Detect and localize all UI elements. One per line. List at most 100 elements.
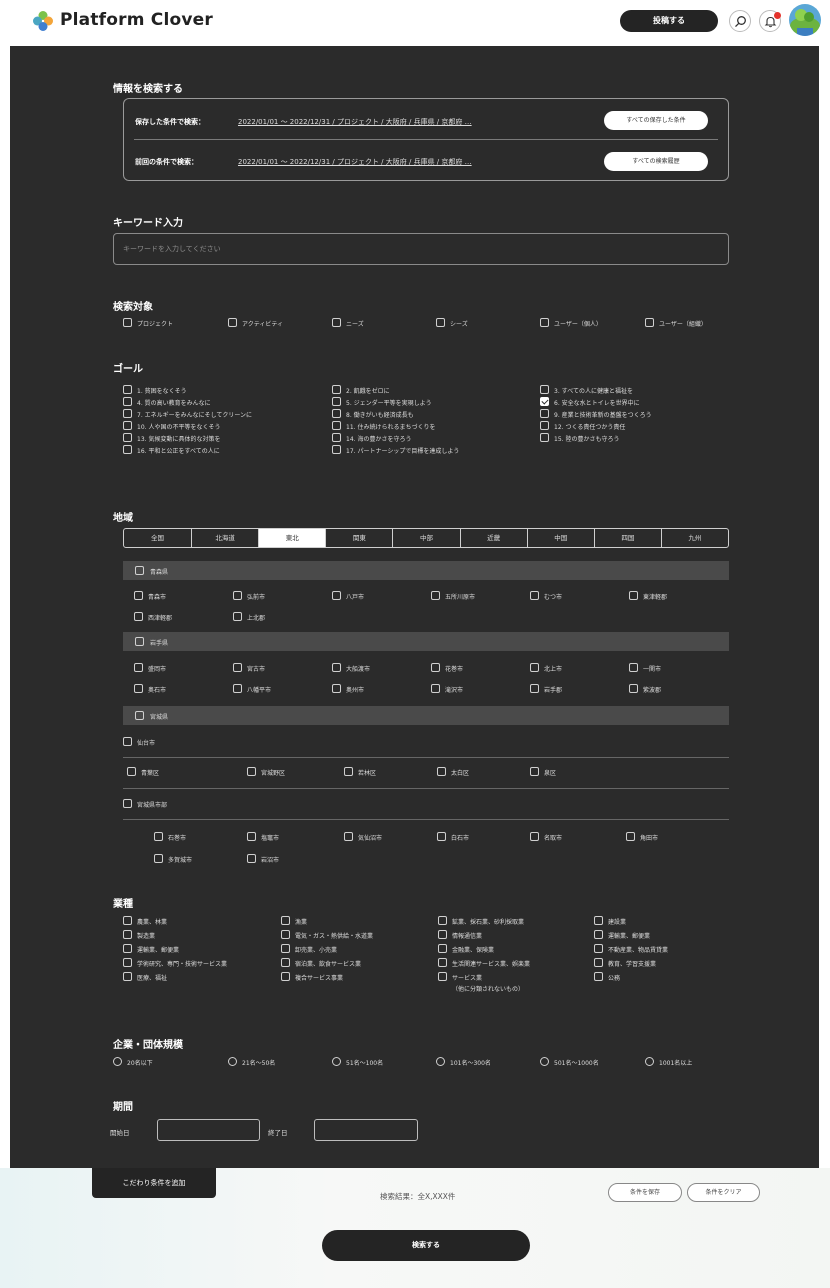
checkbox[interactable] [332,421,341,430]
checkbox[interactable] [135,637,144,646]
avatar[interactable] [789,4,821,36]
checkbox[interactable] [233,612,242,621]
end-date-input[interactable] [314,1119,418,1141]
checkbox[interactable] [123,421,132,430]
checkbox[interactable] [154,832,163,841]
checkbox[interactable] [594,930,603,939]
start-date-input[interactable] [157,1119,260,1141]
checkbox[interactable] [344,767,353,776]
checkbox[interactable] [540,409,549,418]
checkbox[interactable] [154,854,163,863]
post-button[interactable]: 投稿する [620,10,718,32]
checkbox[interactable] [530,591,539,600]
save-condition-button[interactable]: 条件を保存 [608,1183,682,1202]
region-tab[interactable]: 近畿 [459,529,527,547]
saved-condition-link[interactable]: 2022/01/01 ～ 2022/12/31 / プロジェクト / 大阪府 /… [238,117,472,127]
add-condition-button[interactable]: こだわり条件を追加 [92,1168,216,1198]
checkbox[interactable] [629,591,638,600]
checkbox[interactable] [233,591,242,600]
checkbox[interactable] [123,397,132,406]
search-icon[interactable] [729,10,751,32]
checkbox[interactable] [281,958,290,967]
checkbox[interactable] [123,445,132,454]
checkbox[interactable] [247,767,256,776]
checkbox[interactable] [594,958,603,967]
checkbox[interactable] [594,972,603,981]
checkbox[interactable] [540,433,549,442]
checkbox[interactable] [233,684,242,693]
checkbox[interactable] [135,566,144,575]
checkbox[interactable] [135,711,144,720]
radio-button[interactable] [436,1057,445,1066]
previous-condition-link[interactable]: 2022/01/01 ～ 2022/12/31 / プロジェクト / 大阪府 /… [238,157,472,167]
checkbox[interactable] [438,958,447,967]
search-history-button[interactable]: すべての検索履歴 [604,152,708,171]
checkbox[interactable] [247,854,256,863]
checkbox[interactable] [281,972,290,981]
checkbox[interactable] [629,684,638,693]
region-tab[interactable]: 北海道 [191,529,258,547]
checkbox[interactable] [431,591,440,600]
checkbox[interactable] [332,445,341,454]
checkbox[interactable] [438,930,447,939]
radio-button[interactable] [540,1057,549,1066]
checkbox[interactable] [123,958,132,967]
checkbox[interactable] [645,318,654,327]
checkbox[interactable] [540,421,549,430]
keyword-input[interactable] [113,233,729,265]
checkbox[interactable] [332,318,341,327]
checkbox[interactable] [332,663,341,672]
checkbox[interactable] [332,433,341,442]
checkbox[interactable] [540,385,549,394]
checkbox[interactable] [134,612,143,621]
checkbox[interactable] [281,944,290,953]
checkbox[interactable] [437,767,446,776]
bell-icon[interactable] [759,10,781,32]
checkbox[interactable] [123,799,132,808]
radio-button[interactable] [332,1057,341,1066]
checkbox[interactable] [281,916,290,925]
checkbox[interactable] [332,397,341,406]
checkbox[interactable] [530,832,539,841]
checkbox[interactable] [437,832,446,841]
radio-button[interactable] [113,1057,122,1066]
checkbox[interactable] [134,591,143,600]
checkbox[interactable] [134,663,143,672]
checkbox[interactable] [344,832,353,841]
checkbox[interactable] [540,397,549,406]
checkbox[interactable] [123,737,132,746]
checkbox[interactable] [530,767,539,776]
all-saved-conditions-button[interactable]: すべての保存した条件 [604,111,708,130]
checkbox[interactable] [281,930,290,939]
checkbox[interactable] [438,916,447,925]
checkbox[interactable] [123,944,132,953]
checkbox[interactable] [332,591,341,600]
checkbox[interactable] [127,767,136,776]
checkbox[interactable] [247,832,256,841]
checkbox[interactable] [123,930,132,939]
checkbox[interactable] [332,385,341,394]
region-tab[interactable]: 全国 [124,529,191,547]
region-tab[interactable]: 中国 [526,529,594,547]
checkbox[interactable] [436,318,445,327]
checkbox[interactable] [629,663,638,672]
checkbox[interactable] [228,318,237,327]
radio-button[interactable] [645,1057,654,1066]
checkbox[interactable] [123,972,132,981]
search-button[interactable]: 検索する [322,1230,530,1261]
region-tab[interactable]: 九州 [660,529,728,547]
checkbox[interactable] [438,944,447,953]
checkbox[interactable] [530,684,539,693]
checkbox[interactable] [594,916,603,925]
checkbox[interactable] [626,832,635,841]
checkbox[interactable] [530,663,539,672]
checkbox[interactable] [123,433,132,442]
region-tab[interactable]: 中部 [392,529,459,547]
checkbox[interactable] [123,916,132,925]
checkbox[interactable] [332,684,341,693]
region-tab[interactable]: 四国 [593,529,661,547]
region-tab[interactable]: 東北 [258,529,326,547]
checkbox[interactable] [134,684,143,693]
checkbox[interactable] [431,684,440,693]
checkbox[interactable] [438,972,447,981]
